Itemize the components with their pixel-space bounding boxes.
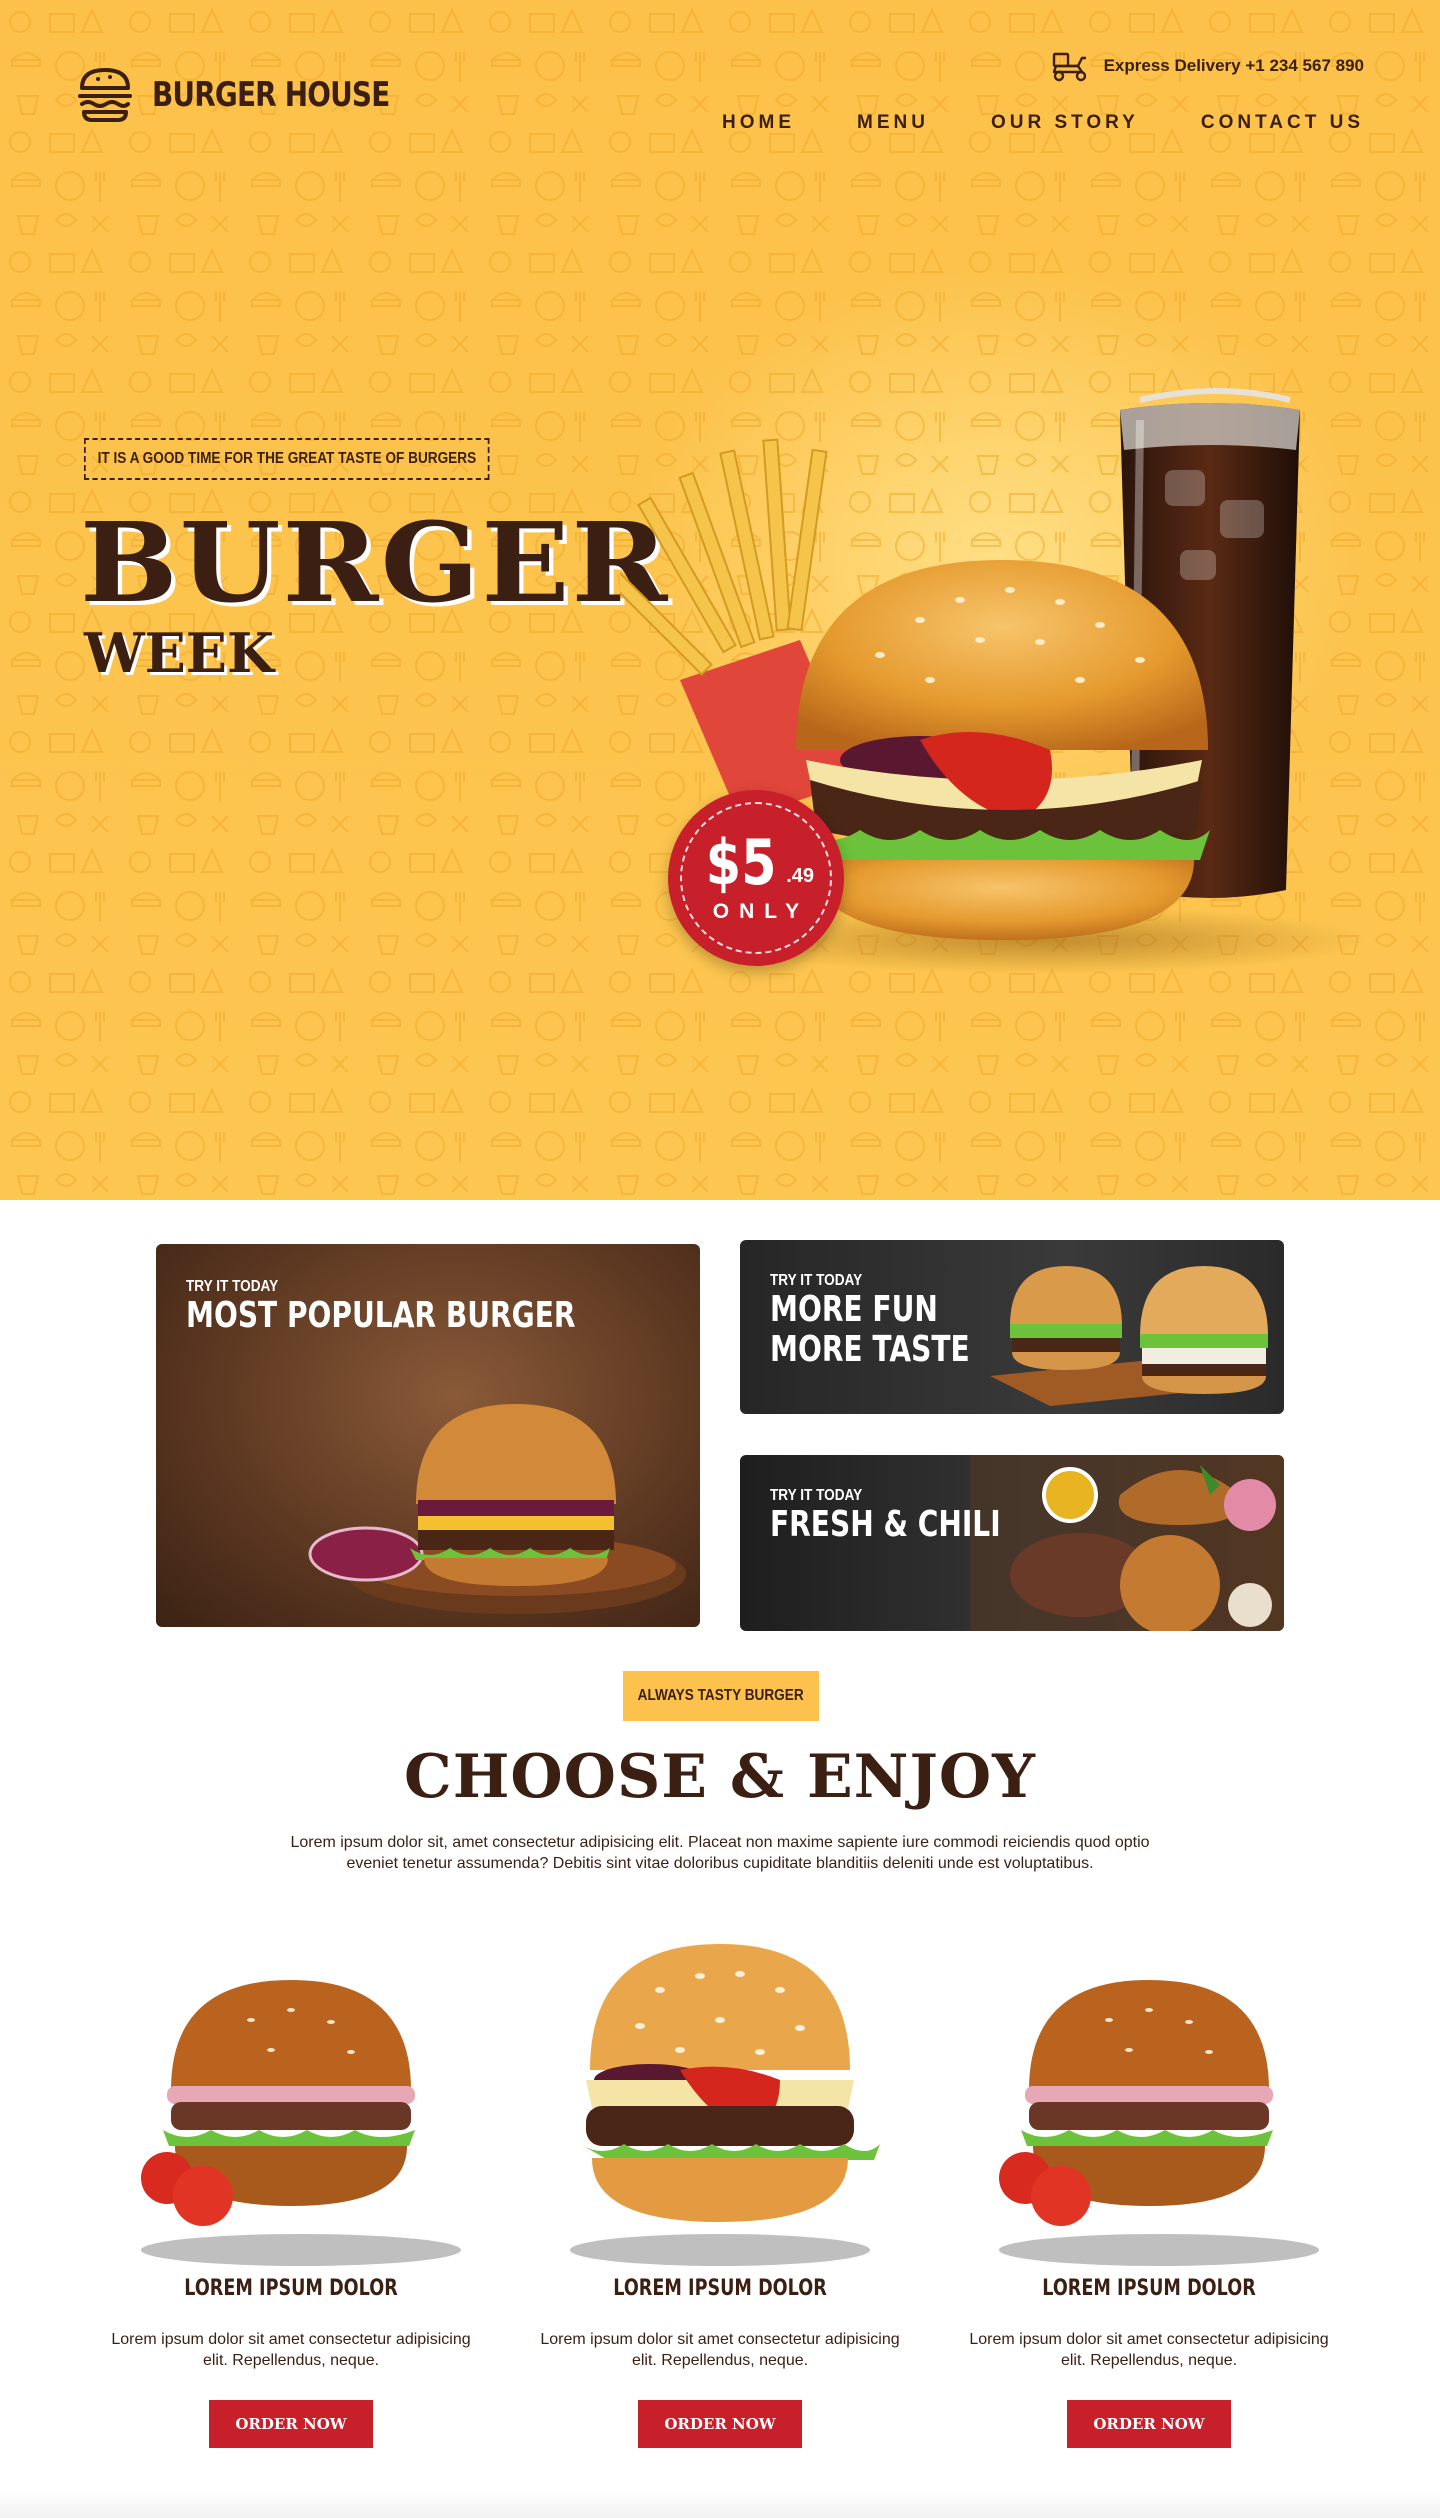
promo-3-text: TRY IT TODAY FRESH & CHILI — [770, 1487, 1066, 1545]
product-description: Lorem ipsum dolor sit amet consectetur a… — [969, 2331, 1329, 2369]
promo-kicker: TRY IT TODAY — [186, 1278, 279, 1295]
section-badge-label: ALWAYS TASTY BURGER — [637, 1687, 804, 1704]
promo-two-burgers-image — [990, 1266, 1268, 1406]
hero-tagline: IT IS A GOOD TIME FOR THE GREAT TASTE OF… — [84, 438, 490, 480]
product-card: LOREM IPSUM DOLOR Lorem ipsum dolor sit … — [969, 1940, 1329, 2460]
product-name: LOREM IPSUM DOLOR — [184, 2276, 398, 2301]
nav-menu[interactable]: MENU — [857, 112, 929, 134]
delivery-phone: Express Delivery +1 234 567 890 — [1103, 56, 1364, 75]
section-title: CHOOSE & ENJOY — [403, 1742, 1037, 1812]
product-description: Lorem ipsum dolor sit amet consectetur a… — [540, 2331, 900, 2369]
price-main: $5 — [705, 826, 777, 899]
promo-title: MOST POPULAR BURGER — [186, 1295, 576, 1336]
section-description: Lorem ipsum dolor sit, amet consectetur … — [290, 1834, 1150, 1872]
hero-subtitle: WEEK — [84, 621, 274, 685]
promo-title-line-2: MORE TASTE — [770, 1328, 970, 1370]
price-badge: $5 .49 ONLY — [668, 790, 844, 966]
promo-kicker: TRY IT TODAY — [770, 1487, 863, 1504]
promo-burger-board-image — [308, 1404, 686, 1614]
product-name: LOREM IPSUM DOLOR — [613, 2276, 827, 2301]
brand-name: BURGER HOUSE — [152, 75, 390, 115]
main-nav: HOME MENU OUR STORY CONTACT US — [722, 112, 1364, 134]
promo-2-text: TRY IT TODAY MORE FUN MORE TASTE — [770, 1272, 1026, 1369]
promo-title: FRESH & CHILI — [770, 1504, 1001, 1545]
hero-section: BURGER HOUSE Express Delivery +1 234 567… — [0, 0, 1440, 1200]
promo-card-fresh-chili[interactable]: TRY IT TODAY FRESH & CHILI — [740, 1455, 1284, 1631]
footer-edge — [0, 2490, 1440, 2518]
promo-kicker: TRY IT TODAY — [770, 1272, 863, 1289]
promo-card-more-fun[interactable]: TRY IT TODAY MORE FUN MORE TASTE — [740, 1240, 1284, 1414]
order-now-button[interactable]: ORDER NOW — [638, 2400, 802, 2448]
brand-logo[interactable]: BURGER HOUSE — [76, 64, 442, 126]
delivery-scooter-icon — [1052, 52, 1086, 82]
product-burger-image — [999, 1980, 1319, 2266]
product-burger-image — [141, 1980, 461, 2266]
hero-title: BURGER — [80, 498, 670, 627]
product-card: LOREM IPSUM DOLOR Lorem ipsum dolor sit … — [540, 1940, 900, 2460]
section-badge: ALWAYS TASTY BURGER — [623, 1671, 819, 1721]
nav-our-story[interactable]: OUR STORY — [991, 112, 1139, 134]
product-name: LOREM IPSUM DOLOR — [1042, 2276, 1256, 2301]
product-description: Lorem ipsum dolor sit amet consectetur a… — [111, 2331, 471, 2369]
express-delivery[interactable]: Express Delivery +1 234 567 890 — [1050, 50, 1364, 82]
price-cents: .49 — [786, 865, 815, 887]
nav-contact-us[interactable]: CONTACT US — [1201, 112, 1364, 134]
order-now-button[interactable]: ORDER NOW — [209, 2400, 373, 2448]
product-burger-image — [570, 1944, 880, 2266]
promo-card-most-popular[interactable]: TRY IT TODAY MOST POPULAR BURGER — [156, 1244, 700, 1627]
nav-home[interactable]: HOME — [722, 112, 795, 134]
order-now-button[interactable]: ORDER NOW — [1067, 2400, 1231, 2448]
promo-title-line-1: MORE FUN — [770, 1289, 938, 1330]
promo-1-text: TRY IT TODAY MOST POPULAR BURGER — [186, 1278, 685, 1336]
product-card: LOREM IPSUM DOLOR Lorem ipsum dolor sit … — [111, 1940, 471, 2460]
burger-icon — [78, 68, 132, 122]
price-only-label: ONLY — [712, 900, 810, 923]
